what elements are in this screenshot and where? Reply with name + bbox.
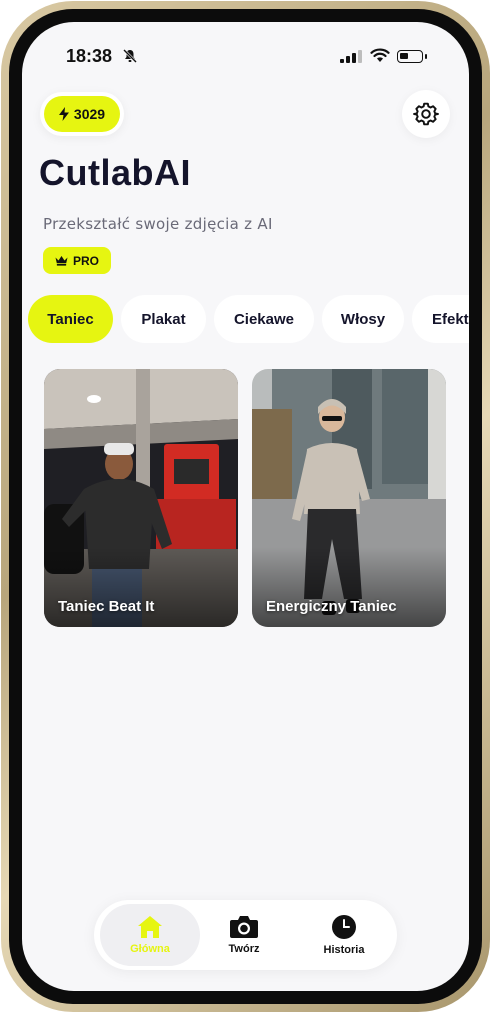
app-screen: 18:38 3029 CutlabAI Przekształć swoje zd… [22,22,469,991]
nav-create-label: Twórz [228,943,260,955]
credits-value: 3029 [73,106,106,122]
home-icon [138,916,162,938]
tab-wlosy[interactable]: Włosy [322,295,404,343]
crown-icon [55,256,68,266]
card-title: Taniec Beat It [58,598,155,615]
signal-icon [340,50,362,63]
template-card-energiczny[interactable]: Energiczny Taniec [252,369,446,627]
nav-home-label: Główna [130,943,170,955]
tab-ciekawe[interactable]: Ciekawe [214,295,314,343]
bottom-navigation: Główna Twórz Historia [94,900,397,970]
app-title: CutlabAI [39,152,191,193]
camera-icon [230,916,258,938]
nav-history-label: Historia [323,944,365,956]
gear-icon [413,102,439,126]
card-shade [44,547,238,627]
category-tabs: Taniec Plakat Ciekawe Włosy Efekt [28,295,469,343]
nav-home[interactable]: Główna [100,904,200,966]
battery-icon [397,50,427,63]
status-time: 18:38 [66,46,113,66]
pro-badge[interactable]: PRO [43,247,111,274]
wifi-icon [370,48,390,62]
nav-create[interactable]: Twórz [214,904,274,966]
clock-icon [332,915,356,939]
tab-taniec[interactable]: Taniec [28,295,113,343]
tab-efekt[interactable]: Efekt [412,295,469,343]
settings-button[interactable] [402,90,450,138]
template-card-beat-it[interactable]: Taniec Beat It [44,369,238,627]
credits-badge[interactable]: 3029 [40,92,124,136]
card-title: Energiczny Taniec [266,598,397,615]
lightning-icon [58,107,69,121]
card-shade [252,547,446,627]
nav-history[interactable]: Historia [304,904,384,966]
pro-label: PRO [72,253,99,268]
tab-plakat[interactable]: Plakat [121,295,206,343]
app-subtitle: Przekształć swoje zdjęcia z AI [43,215,273,233]
status-bar: 18:38 [22,22,469,92]
bell-muted-icon [123,49,137,63]
